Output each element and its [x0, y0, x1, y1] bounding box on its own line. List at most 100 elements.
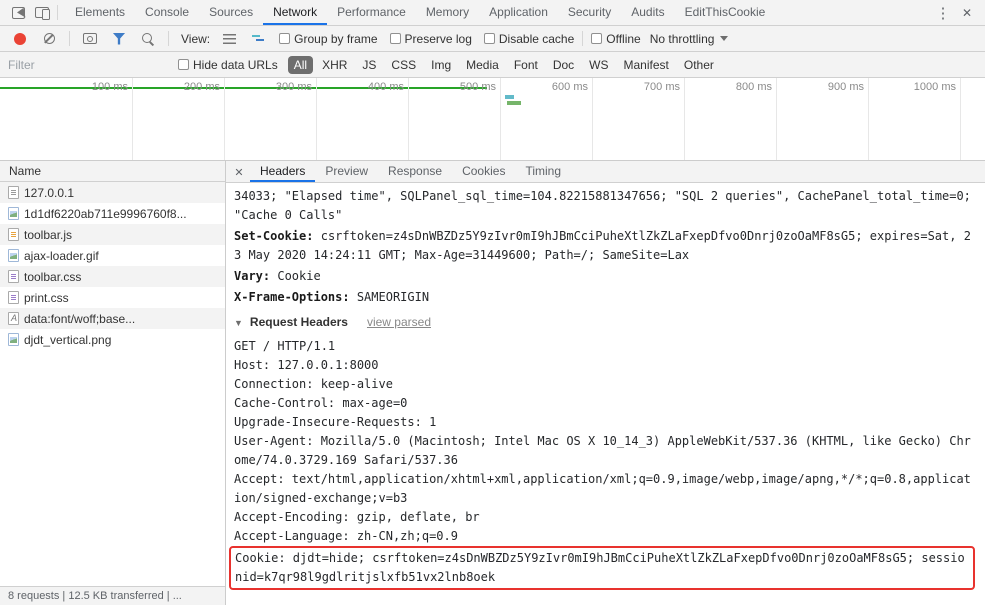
- resource-type-filter[interactable]: CSS: [385, 56, 422, 74]
- toolbar-checkbox[interactable]: Group by frame: [279, 32, 378, 46]
- checkbox-box[interactable]: [178, 59, 189, 70]
- checkbox-label: Disable cache: [498, 31, 575, 46]
- details-tab[interactable]: Headers: [250, 161, 315, 182]
- timeline-overview[interactable]: 100 ms 200 ms 300 ms 400 ms 500 ms 600 m…: [0, 78, 985, 161]
- main-tab[interactable]: Audits: [621, 0, 674, 25]
- resource-type-filter[interactable]: Font: [508, 56, 544, 74]
- main-tab[interactable]: EditThisCookie: [675, 0, 776, 25]
- checkbox-box[interactable]: [591, 33, 603, 44]
- overview-view-button[interactable]: [246, 27, 270, 51]
- details-pane: Headers Preview Response Cookies Timing …: [226, 161, 985, 605]
- offline-checkbox[interactable]: Offline: [591, 32, 641, 46]
- resource-type-filter[interactable]: XHR: [316, 56, 353, 74]
- resource-type-filter[interactable]: Other: [678, 56, 720, 74]
- request-row[interactable]: djdt_vertical.png: [0, 329, 225, 350]
- header-name: Vary:: [234, 269, 271, 283]
- inspect-element-button[interactable]: [6, 1, 30, 25]
- resource-type-filter[interactable]: Doc: [547, 56, 580, 74]
- filter-toggle-button[interactable]: [107, 27, 131, 51]
- timeline-label: 900 ms: [827, 81, 864, 93]
- main-tab[interactable]: Elements: [65, 0, 135, 25]
- timeline-label: 100 ms: [91, 81, 128, 93]
- timeline-grid: 100 ms 200 ms 300 ms 400 ms 500 ms 600 m…: [0, 78, 985, 160]
- network-toolbar: View: Group by frame Preserve log Disabl…: [0, 26, 985, 52]
- request-row[interactable]: toolbar.css: [0, 266, 225, 287]
- name-column-header[interactable]: Name: [0, 161, 225, 182]
- headers-content: 34033; "Elapsed time", SQLPanel_sql_time…: [226, 183, 985, 605]
- main-tab[interactable]: Performance: [327, 0, 416, 25]
- main-tab[interactable]: Network: [263, 0, 327, 25]
- list-view-button[interactable]: [217, 27, 241, 51]
- filter-bar: Hide data URLs All XHR JS CSS Img Media …: [0, 52, 985, 78]
- status-bar: 8 requests | 12.5 KB transferred | ...: [0, 586, 225, 605]
- main-tab[interactable]: Application: [479, 0, 558, 25]
- timeline-gridline: 600 ms: [501, 78, 593, 160]
- main-tab[interactable]: Console: [135, 0, 199, 25]
- capture-screenshots-button[interactable]: [78, 27, 102, 51]
- header-value: SAMEORIGIN: [356, 290, 430, 304]
- details-tab[interactable]: Preview: [315, 161, 378, 182]
- request-name: toolbar.js: [24, 227, 73, 242]
- raw-request-line: Accept-Encoding: gzip, deflate, br: [234, 510, 480, 524]
- toolbar-checkbox[interactable]: Disable cache: [483, 31, 575, 46]
- header-value: Cookie: [277, 269, 321, 283]
- clear-button[interactable]: [37, 27, 61, 51]
- timeline-label: 300 ms: [275, 81, 312, 93]
- resource-type-filter[interactable]: Manifest: [618, 56, 675, 74]
- raw-request-line: GET / HTTP/1.1: [234, 339, 336, 353]
- clear-icon: [43, 33, 55, 44]
- request-row[interactable]: print.css: [0, 287, 225, 308]
- checkbox-box[interactable]: [279, 33, 291, 44]
- camera-icon: [83, 33, 97, 44]
- view-parsed-link[interactable]: view parsed: [367, 315, 431, 329]
- funnel-icon: [112, 32, 126, 45]
- main-tab[interactable]: Security: [558, 0, 621, 25]
- status-summary: 8 requests | 12.5 KB transferred | ...: [8, 590, 182, 602]
- resource-type-filter[interactable]: JS: [356, 56, 382, 74]
- close-details-icon[interactable]: [228, 165, 250, 179]
- request-name: print.css: [24, 290, 69, 305]
- main-tab[interactable]: Memory: [416, 0, 479, 25]
- close-devtools-icon[interactable]: [955, 1, 979, 25]
- timeline-label: 800 ms: [735, 81, 772, 93]
- file-type-icon: [8, 186, 19, 199]
- raw-request-line: Cache-Control: max-age=0: [234, 396, 408, 410]
- filter-input[interactable]: [8, 57, 168, 72]
- waterfall-bar: [505, 95, 514, 99]
- search-button[interactable]: [136, 27, 160, 51]
- header-name: X-Frame-Options:: [234, 290, 350, 304]
- timeline-gridline: 300 ms: [225, 78, 317, 160]
- request-row[interactable]: 127.0.0.1: [0, 182, 225, 203]
- disclosure-triangle-icon[interactable]: [234, 318, 243, 328]
- request-row[interactable]: ajax-loader.gif: [0, 245, 225, 266]
- more-menu-icon[interactable]: [931, 1, 955, 25]
- record-button[interactable]: [8, 27, 32, 51]
- main-tab-bar: Elements Console Sources Network Perform…: [0, 0, 985, 26]
- details-tab[interactable]: Timing: [515, 161, 571, 182]
- device-toolbar-button[interactable]: [30, 1, 54, 25]
- throttling-select[interactable]: No throttling: [650, 32, 729, 46]
- response-header: Set-Cookie: csrftoken=z4sDnWBZDz5Y9zIvr0…: [234, 227, 977, 265]
- resource-type-filter[interactable]: Media: [460, 56, 505, 74]
- checkbox-box[interactable]: [389, 33, 401, 44]
- timeline-gridline: 100 ms: [41, 78, 133, 160]
- timeline-label: 1000 ms: [913, 81, 956, 93]
- resource-type-filter[interactable]: All: [287, 55, 314, 74]
- request-row[interactable]: data:font/woff;base...: [0, 308, 225, 329]
- hide-data-urls-checkbox[interactable]: Hide data URLs: [178, 58, 278, 72]
- list-view-icon: [222, 33, 236, 44]
- response-headers-list: Set-Cookie: csrftoken=z4sDnWBZDz5Y9zIvr0…: [234, 227, 977, 307]
- timeline-gridline: 200 ms: [133, 78, 225, 160]
- request-row[interactable]: 1d1df6220ab711e9996760f8...: [0, 203, 225, 224]
- resource-type-filter[interactable]: WS: [583, 56, 614, 74]
- resource-type-filter[interactable]: Img: [425, 56, 457, 74]
- details-tab[interactable]: Cookies: [452, 161, 515, 182]
- toolbar-checkbox[interactable]: Preserve log: [389, 32, 472, 46]
- request-row[interactable]: toolbar.js: [0, 224, 225, 245]
- timeline-label: 200 ms: [183, 81, 220, 93]
- inspect-element-icon: [11, 6, 25, 19]
- details-tab[interactable]: Response: [378, 161, 452, 182]
- header-name: Set-Cookie:: [234, 229, 314, 243]
- main-tab[interactable]: Sources: [199, 0, 263, 25]
- checkbox-box[interactable]: [483, 33, 495, 44]
